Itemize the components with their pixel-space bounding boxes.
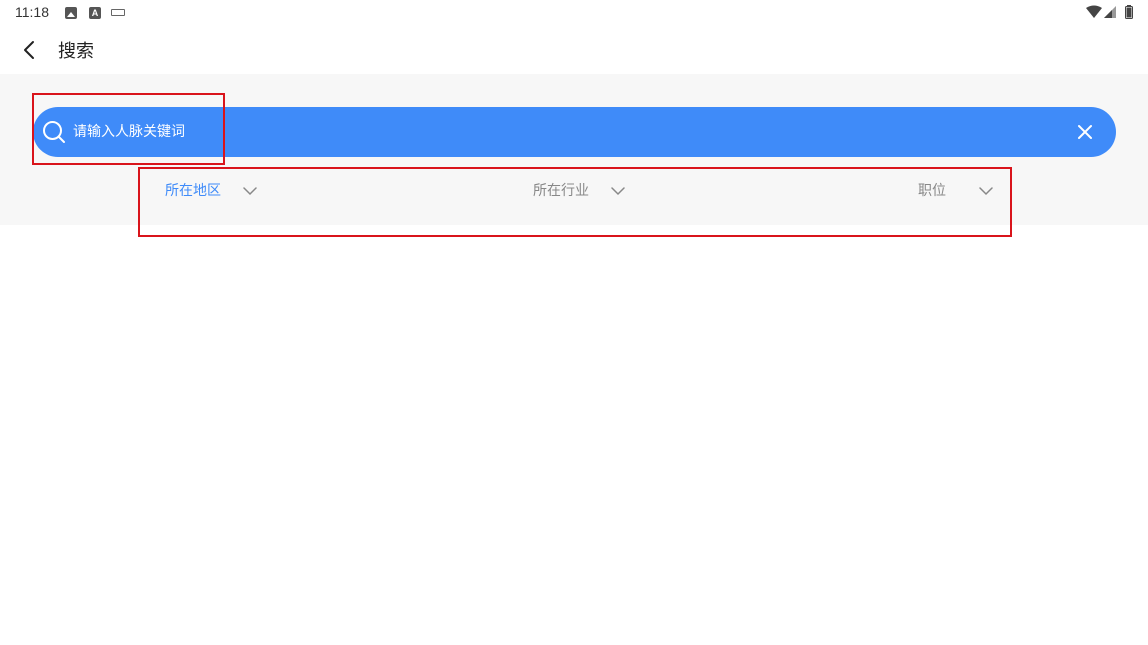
app-header: 搜索 xyxy=(0,26,1148,74)
battery-icon xyxy=(1125,5,1133,19)
filter-position[interactable]: 职位 xyxy=(918,180,998,204)
close-icon[interactable] xyxy=(1076,123,1094,141)
chevron-down-icon xyxy=(979,187,993,196)
chevron-down-icon xyxy=(611,187,625,196)
search-icon xyxy=(43,121,65,143)
filter-bar: 所在地区 所在行业 职位 xyxy=(0,174,1148,208)
a-icon: A xyxy=(89,7,101,19)
search-bar[interactable] xyxy=(33,107,1116,157)
filter-region[interactable]: 所在地区 xyxy=(165,180,265,204)
status-time: 11:18 xyxy=(15,4,49,20)
wifi-icon xyxy=(1086,5,1102,18)
search-panel: 所在地区 所在行业 职位 xyxy=(0,74,1148,225)
filter-region-label: 所在地区 xyxy=(165,183,221,199)
image-icon xyxy=(65,7,77,19)
filter-industry-label: 所在行业 xyxy=(533,183,589,199)
page-title: 搜索 xyxy=(58,41,94,62)
filter-industry[interactable]: 所在行业 xyxy=(533,180,633,204)
filter-position-label: 职位 xyxy=(918,183,946,199)
signal-icon xyxy=(1104,6,1116,18)
search-input[interactable] xyxy=(73,119,973,145)
chevron-left-icon[interactable] xyxy=(18,38,42,62)
status-bar: 11:18 A xyxy=(0,0,1148,26)
chevron-down-icon xyxy=(243,187,257,196)
keyboard-icon xyxy=(111,9,125,16)
